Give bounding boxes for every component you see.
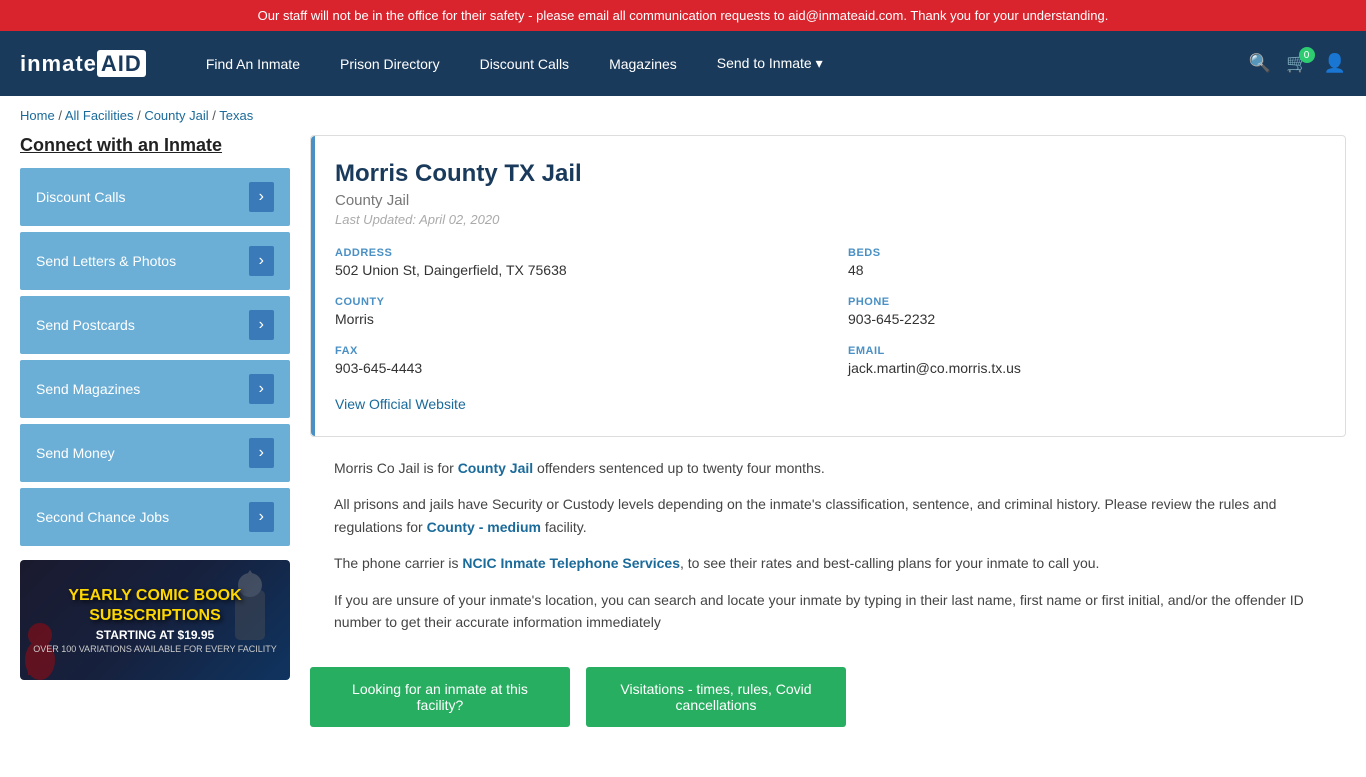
description-section: Morris Co Jail is for County Jail offend… (310, 457, 1346, 667)
phone-label: PHONE (848, 296, 1321, 308)
county-medium-link[interactable]: County - medium (427, 519, 541, 535)
user-button[interactable]: 👤 (1324, 53, 1346, 74)
chevron-right-icon: › (249, 182, 274, 212)
navbar: inmateAID Find An Inmate Prison Director… (0, 31, 1366, 96)
sidebar-send-money-label: Send Money (36, 445, 115, 461)
ad-content: YEARLY COMIC BOOKSUBSCRIPTIONS STARTING … (23, 576, 287, 663)
info-grid: ADDRESS 502 Union St, Daingerfield, TX 7… (335, 247, 1321, 376)
logo-suffix: AID (97, 50, 146, 77)
address-label: ADDRESS (335, 247, 808, 259)
sidebar-send-money[interactable]: Send Money › (20, 424, 290, 482)
alert-banner: Our staff will not be in the office for … (0, 0, 1366, 31)
breadcrumb-all-facilities[interactable]: All Facilities (65, 108, 134, 123)
sidebar-discount-calls[interactable]: Discount Calls › (20, 168, 290, 226)
address-value: 502 Union St, Daingerfield, TX 75638 (335, 262, 808, 278)
cart-badge: 0 (1299, 47, 1315, 63)
content-area: Morris County TX Jail County Jail Last U… (310, 135, 1346, 747)
ncic-link[interactable]: NCIC Inmate Telephone Services (462, 555, 680, 571)
logo[interactable]: inmateAID (20, 51, 146, 77)
search-button[interactable]: 🔍 (1249, 53, 1271, 74)
chevron-right-icon: › (249, 246, 274, 276)
description-para2: All prisons and jails have Security or C… (334, 493, 1322, 538)
sidebar-send-postcards[interactable]: Send Postcards › (20, 296, 290, 354)
ad-price: STARTING AT $19.95 (33, 628, 277, 642)
county-label: COUNTY (335, 296, 808, 308)
breadcrumb-texas[interactable]: Texas (219, 108, 253, 123)
sidebar-send-letters[interactable]: Send Letters & Photos › (20, 232, 290, 290)
sidebar-second-chance-jobs-label: Second Chance Jobs (36, 509, 169, 525)
sidebar-second-chance-jobs[interactable]: Second Chance Jobs › (20, 488, 290, 546)
official-website-link[interactable]: View Official Website (335, 396, 466, 412)
nav-send-to-inmate[interactable]: Send to Inmate ▾ (697, 31, 843, 96)
phone-value: 903-645-2232 (848, 311, 1321, 327)
facility-name: Morris County TX Jail (335, 160, 1321, 188)
fax-value: 903-645-4443 (335, 360, 808, 376)
nav-icons: 🔍 🛒 0 👤 (1249, 53, 1346, 74)
main-layout: Connect with an Inmate Discount Calls › … (0, 135, 1366, 777)
description-para4: If you are unsure of your inmate's locat… (334, 589, 1322, 634)
fax-label: FAX (335, 345, 808, 357)
chevron-right-icon: › (249, 310, 274, 340)
address-block: ADDRESS 502 Union St, Daingerfield, TX 7… (335, 247, 808, 278)
breadcrumb-county-jail[interactable]: County Jail (144, 108, 208, 123)
looking-for-inmate-button[interactable]: Looking for an inmate at this facility? (310, 667, 570, 727)
county-block: COUNTY Morris (335, 296, 808, 327)
ad-title: YEARLY COMIC BOOKSUBSCRIPTIONS (33, 586, 277, 624)
nav-links: Find An Inmate Prison Directory Discount… (186, 31, 1249, 96)
facility-card: Morris County TX Jail County Jail Last U… (310, 135, 1346, 437)
chevron-right-icon: › (249, 502, 274, 532)
email-label: EMAIL (848, 345, 1321, 357)
facility-type: County Jail (335, 192, 1321, 209)
beds-label: BEDS (848, 247, 1321, 259)
sidebar-send-letters-label: Send Letters & Photos (36, 253, 176, 269)
cart-button[interactable]: 🛒 0 (1286, 53, 1308, 74)
visitations-button[interactable]: Visitations - times, rules, Covid cancel… (586, 667, 846, 727)
beds-value: 48 (848, 262, 1321, 278)
sidebar-send-postcards-label: Send Postcards (36, 317, 135, 333)
description-para3: The phone carrier is NCIC Inmate Telepho… (334, 552, 1322, 574)
logo-prefix: inmate (20, 51, 97, 76)
sidebar-title: Connect with an Inmate (20, 135, 290, 156)
county-jail-link[interactable]: County Jail (458, 460, 533, 476)
sidebar-discount-calls-label: Discount Calls (36, 189, 125, 205)
action-buttons: Looking for an inmate at this facility? … (310, 667, 1346, 747)
nav-magazines[interactable]: Magazines (589, 31, 697, 96)
ad-note: OVER 100 VARIATIONS AVAILABLE FOR EVERY … (33, 644, 277, 654)
logo-text: inmateAID (20, 51, 146, 77)
alert-text: Our staff will not be in the office for … (258, 8, 1109, 23)
nav-discount-calls[interactable]: Discount Calls (460, 31, 589, 96)
nav-prison-directory[interactable]: Prison Directory (320, 31, 460, 96)
nav-find-inmate[interactable]: Find An Inmate (186, 31, 320, 96)
sidebar-send-magazines-label: Send Magazines (36, 381, 140, 397)
breadcrumb-home[interactable]: Home (20, 108, 55, 123)
chevron-right-icon: › (249, 374, 274, 404)
email-value: jack.martin@co.morris.tx.us (848, 360, 1321, 376)
email-block: EMAIL jack.martin@co.morris.tx.us (848, 345, 1321, 376)
sidebar-ad[interactable]: YEARLY COMIC BOOKSUBSCRIPTIONS STARTING … (20, 560, 290, 680)
chevron-right-icon: › (249, 438, 274, 468)
beds-block: BEDS 48 (848, 247, 1321, 278)
description-para1: Morris Co Jail is for County Jail offend… (334, 457, 1322, 479)
breadcrumb: Home / All Facilities / County Jail / Te… (0, 96, 1366, 135)
facility-updated: Last Updated: April 02, 2020 (335, 212, 1321, 227)
phone-block: PHONE 903-645-2232 (848, 296, 1321, 327)
fax-block: FAX 903-645-4443 (335, 345, 808, 376)
county-value: Morris (335, 311, 808, 327)
sidebar: Connect with an Inmate Discount Calls › … (20, 135, 290, 747)
sidebar-send-magazines[interactable]: Send Magazines › (20, 360, 290, 418)
